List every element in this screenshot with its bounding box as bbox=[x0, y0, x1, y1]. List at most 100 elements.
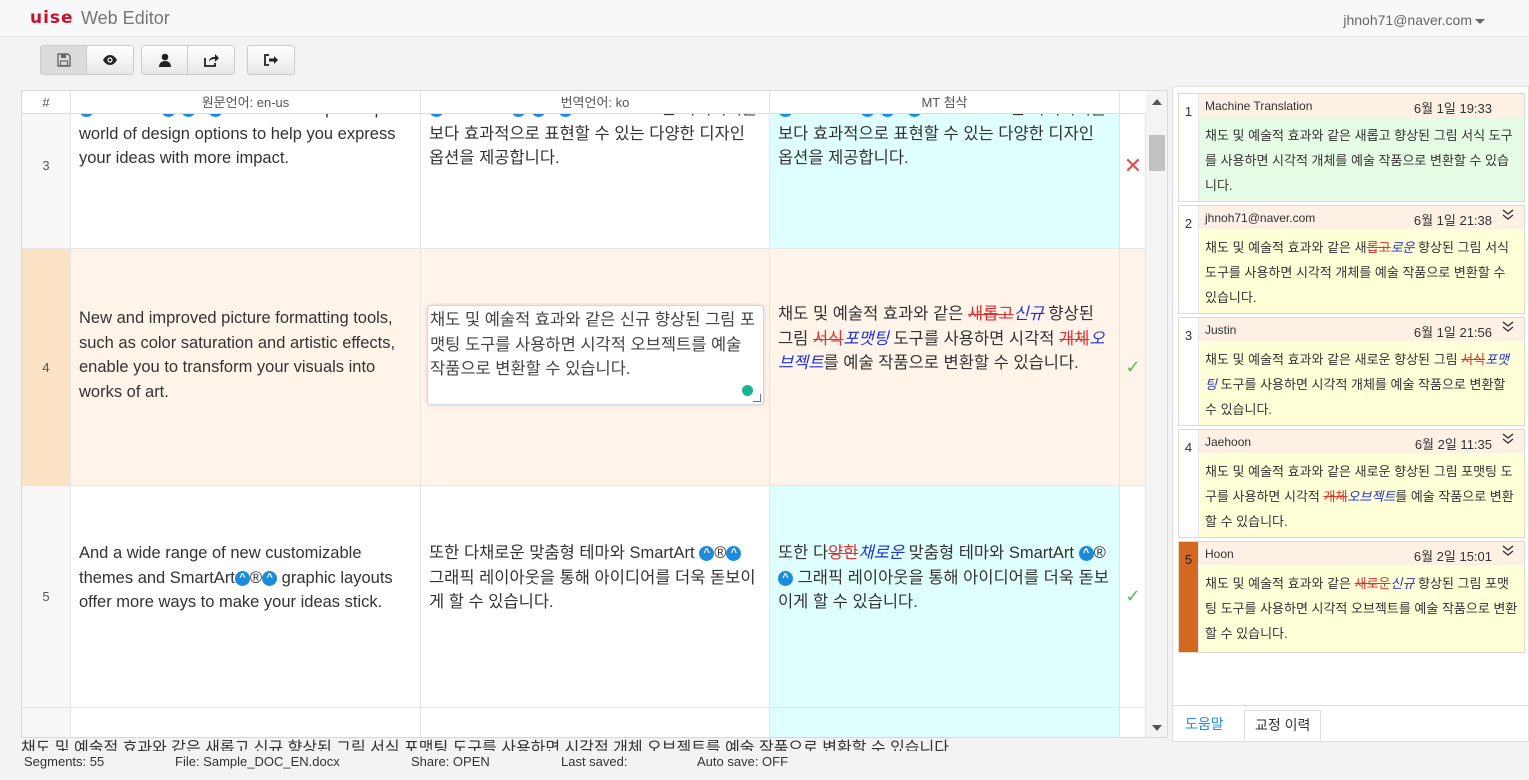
scroll-down-icon[interactable] bbox=[1152, 725, 1162, 731]
table-row[interactable]: 5 And a wide range of new customizable t… bbox=[22, 486, 1146, 708]
chevron-double-down-icon[interactable] bbox=[1502, 433, 1514, 445]
grid-header: # 원문언어: en-us 번역언어: ko MT 첨삭 bbox=[22, 91, 1146, 114]
history-item-number: 4 bbox=[1179, 430, 1199, 537]
history-item-header: Hoon 6월 2일 15:01 bbox=[1199, 542, 1524, 565]
deleted-text: 양한 bbox=[828, 544, 859, 562]
source-cell: 1Microsoft1 2®2 Office 2010 opens up a w… bbox=[71, 91, 421, 248]
history-item-header: Justin 6월 1일 21:56 bbox=[1199, 318, 1524, 341]
chevron-double-down-icon[interactable] bbox=[1502, 209, 1514, 221]
mt-cell: 1Microsoft1 2®2 Office 2010은 아이디어를 보다 효과… bbox=[770, 91, 1120, 248]
spellcheck-status-icon bbox=[742, 385, 753, 396]
user-button[interactable] bbox=[142, 46, 188, 74]
history-item[interactable]: 1 Machine Translation 6월 1일 19:33 채도 및 예… bbox=[1178, 93, 1525, 202]
target-editor[interactable]: 채도 및 예술적 효과와 같은 신규 향상된 그림 포맷팅 도구를 사용하면 시… bbox=[427, 305, 764, 405]
inserted-text: 신규 bbox=[1390, 576, 1415, 591]
table-row-active[interactable]: 4 New and improved picture formatting to… bbox=[22, 249, 1146, 486]
source-cell bbox=[71, 708, 421, 737]
caret-down-icon bbox=[1475, 18, 1485, 24]
history-item-number: 1 bbox=[1179, 94, 1199, 201]
segments-count: Segments: 55 bbox=[24, 754, 105, 769]
column-header-status bbox=[1120, 91, 1146, 114]
toolbar-group-file bbox=[40, 45, 134, 75]
reject-icon[interactable]: ✕ bbox=[1124, 153, 1142, 179]
inserted-text: 로운 bbox=[1390, 240, 1415, 255]
tab-help[interactable]: 도움말 bbox=[1175, 710, 1234, 740]
segment-number: 3 bbox=[22, 91, 71, 248]
confirmed-check-icon[interactable]: ✓ bbox=[1125, 586, 1140, 607]
mt-cell: 또한 다양한채로운 맞춤형 테마와 SmartArt ^ ®^ 그래픽 레이아웃을… bbox=[770, 486, 1120, 707]
save-button[interactable] bbox=[41, 46, 87, 74]
inserted-text: 신규 bbox=[1013, 305, 1044, 323]
history-text: 채도 및 예술적 효과와 같은 새로운 향상된 그림 서식포맷팅 도구를 사용하… bbox=[1199, 341, 1524, 425]
deleted-text: 개체 bbox=[1059, 329, 1090, 348]
history-item-header: jhnoh71@naver.com 6월 1일 21:38 bbox=[1199, 206, 1524, 229]
column-header-source: 원문언어: en-us bbox=[71, 91, 421, 114]
deleted-text: 새로운 bbox=[1354, 576, 1391, 591]
confirmed-check-icon[interactable]: ✓ bbox=[1125, 357, 1140, 378]
history-item-number: 2 bbox=[1179, 206, 1199, 313]
scroll-up-icon[interactable] bbox=[1152, 99, 1162, 105]
history-item[interactable]: 2 jhnoh71@naver.com 6월 1일 21:38 채도 및 예술적… bbox=[1178, 205, 1525, 314]
target-cell[interactable]: 또한 다채로운 맞춤형 테마와 SmartArt ^ ® ^ 그래픽 레이아웃을 통… bbox=[421, 486, 770, 707]
history-item-number: 5 bbox=[1179, 542, 1199, 652]
column-header-target: 번역언어: ko bbox=[421, 91, 770, 114]
preview-line: 채도 및 예술적 효과와 같은 새롭고 신규 향상된 그림 서식 포맷팅 도구를… bbox=[21, 740, 954, 751]
history-author: Hoon bbox=[1205, 547, 1234, 561]
sign-out-icon bbox=[264, 54, 278, 66]
share-icon bbox=[204, 54, 219, 67]
share-button[interactable] bbox=[188, 46, 234, 74]
chevron-double-down-icon[interactable] bbox=[1502, 321, 1514, 333]
history-text: 채도 및 예술적 효과와 같은 새롭고로운 향상된 그림 서식 도구를 사용하면… bbox=[1199, 229, 1524, 313]
status-cell[interactable]: ✓ bbox=[1120, 249, 1146, 485]
preview-button[interactable] bbox=[87, 46, 133, 74]
file-name: File: Sample_DOC_EN.docx bbox=[175, 754, 340, 769]
history-date: 6월 2일 11:35 bbox=[1414, 437, 1492, 452]
eye-icon bbox=[103, 55, 117, 65]
deleted-text: 서식 bbox=[812, 329, 844, 348]
history-text: 채도 및 예술적 효과와 같은 새로운신규 향상된 그림 포맷팅 도구를 사용하… bbox=[1199, 565, 1524, 652]
app-logo: uise bbox=[30, 8, 74, 28]
vertical-scrollbar[interactable] bbox=[1145, 91, 1167, 737]
history-date: 6월 1일 21:56 bbox=[1413, 325, 1492, 340]
inserted-text: 포맷팅 bbox=[843, 329, 889, 348]
app-header: uise Web Editor jhnoh71@naver.com bbox=[0, 0, 1529, 37]
history-item-number: 3 bbox=[1179, 318, 1199, 425]
status-cell[interactable]: ✓ bbox=[1120, 486, 1146, 707]
scrollbar-thumb[interactable] bbox=[1149, 135, 1165, 171]
segment-grid: 3 1Microsoft1 2®2 Office 2010 opens up a… bbox=[21, 90, 1168, 738]
history-item[interactable]: 4 Jaehoon 6월 2일 11:35 채도 및 예술적 효과와 같은 새로… bbox=[1178, 429, 1525, 538]
chevron-double-down-icon[interactable] bbox=[1502, 545, 1514, 557]
table-row[interactable] bbox=[22, 708, 1146, 737]
history-date: 6월 1일 19:33 bbox=[1413, 101, 1492, 116]
tag-caret-icon: ^ bbox=[778, 570, 793, 586]
history-item[interactable]: 3 Justin 6월 1일 21:56 채도 및 예술적 효과와 같은 새로운… bbox=[1178, 317, 1525, 426]
deleted-text: 롭고 bbox=[1366, 240, 1391, 255]
tag-caret-icon: ^ bbox=[234, 570, 250, 586]
history-item-active[interactable]: 5 Hoon 6월 2일 15:01 채도 및 예술적 효과와 같은 새로운신규… bbox=[1178, 541, 1525, 653]
deleted-text: 개체 bbox=[1323, 489, 1348, 504]
tag-caret-icon: ^ bbox=[262, 570, 278, 586]
toolbar-group-exit bbox=[247, 45, 295, 75]
column-header-number: # bbox=[22, 91, 71, 114]
tab-revision-history[interactable]: 교정 이력 bbox=[1244, 710, 1322, 740]
mt-cell bbox=[770, 708, 1120, 737]
user-menu[interactable]: jhnoh71@naver.com bbox=[1343, 12, 1485, 28]
resize-handle-icon[interactable] bbox=[753, 394, 761, 402]
auto-save-status: Auto save: OFF bbox=[697, 754, 789, 769]
exit-button[interactable] bbox=[248, 46, 294, 74]
panel-tabs: 도움말 교정 이력 bbox=[1173, 705, 1528, 741]
revision-history-panel: 1 Machine Translation 6월 1일 19:33 채도 및 예… bbox=[1172, 86, 1529, 742]
inserted-text: 오브젝트 bbox=[1347, 489, 1396, 504]
target-cell[interactable]: 채도 및 예술적 효과와 같은 신규 향상된 그림 포맷팅 도구를 사용하면 시… bbox=[421, 249, 770, 485]
tag-caret-icon: ^ bbox=[699, 546, 715, 562]
target-cell[interactable] bbox=[421, 708, 770, 737]
toolbar-group-share bbox=[141, 45, 235, 75]
table-row[interactable]: 3 1Microsoft1 2®2 Office 2010 opens up a… bbox=[22, 91, 1146, 249]
status-cell[interactable] bbox=[1120, 708, 1146, 737]
target-cell[interactable]: 1Microsoft1 2®2 Office 2010은 아이디어를 보다 효과… bbox=[421, 91, 770, 248]
history-text: 채도 및 예술적 효과와 같은 새로운 향상된 그림 포맷팅 도구를 사용하면 … bbox=[1199, 453, 1524, 537]
user-icon bbox=[158, 53, 171, 67]
status-cell[interactable]: ✕ bbox=[1120, 91, 1146, 248]
user-email: jhnoh71@naver.com bbox=[1343, 12, 1472, 28]
tag-caret-icon: ^ bbox=[1078, 546, 1094, 562]
